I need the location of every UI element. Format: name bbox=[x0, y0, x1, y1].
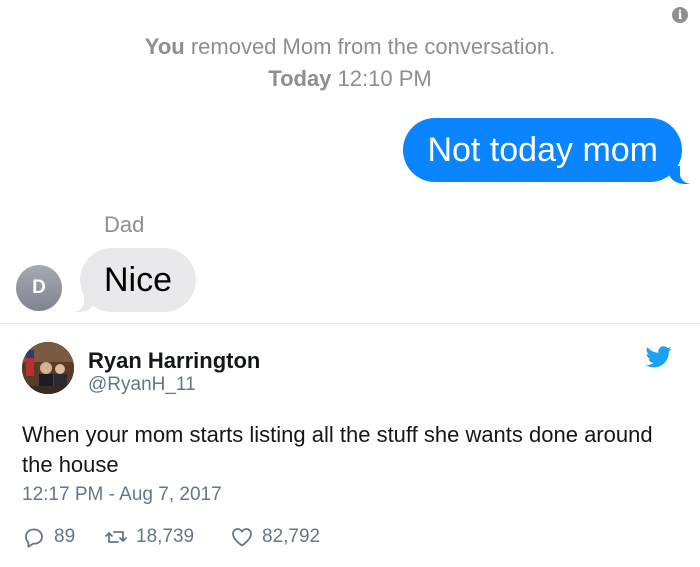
author-photo-image bbox=[22, 342, 74, 394]
retweet-count: 18,739 bbox=[136, 526, 195, 547]
twitter-bird-icon[interactable] bbox=[646, 346, 672, 368]
reply-count: 89 bbox=[54, 526, 76, 547]
retweet-action[interactable]: 18,739 bbox=[104, 524, 194, 550]
system-time: 12:10 PM bbox=[337, 66, 432, 91]
tweet-author-name[interactable]: Ryan Harrington bbox=[88, 348, 260, 374]
system-action: removed Mom from the conversation. bbox=[190, 34, 556, 59]
tweet-text: When your mom starts listing all the stu… bbox=[22, 422, 653, 477]
tweet-author-handle[interactable]: @RyanH_11 bbox=[88, 374, 196, 396]
system-day: Today bbox=[268, 66, 332, 91]
incoming-sender-name: Dad bbox=[104, 212, 145, 237]
like-count: 82,792 bbox=[262, 526, 321, 547]
reply-action[interactable]: 89 bbox=[22, 524, 75, 550]
retweet-icon bbox=[105, 531, 127, 543]
outgoing-message-bubble[interactable]: Not today mom bbox=[403, 118, 682, 182]
system-message: You removed Mom from the conversation. bbox=[0, 34, 700, 60]
contact-avatar[interactable]: D bbox=[16, 265, 62, 311]
divider bbox=[0, 323, 700, 324]
incoming-message-bubble[interactable]: Nice bbox=[80, 248, 197, 312]
info-icon[interactable]: i bbox=[672, 7, 688, 23]
heart-icon bbox=[232, 528, 252, 547]
tweet-author-avatar[interactable] bbox=[22, 342, 74, 394]
system-timestamp: Today 12:10 PM bbox=[0, 66, 700, 92]
like-action[interactable]: 82,792 bbox=[230, 524, 320, 550]
system-actor: You bbox=[144, 34, 185, 59]
tweet-timestamp[interactable]: 12:17 PM - Aug 7, 2017 bbox=[22, 484, 222, 506]
reply-icon bbox=[25, 528, 43, 548]
